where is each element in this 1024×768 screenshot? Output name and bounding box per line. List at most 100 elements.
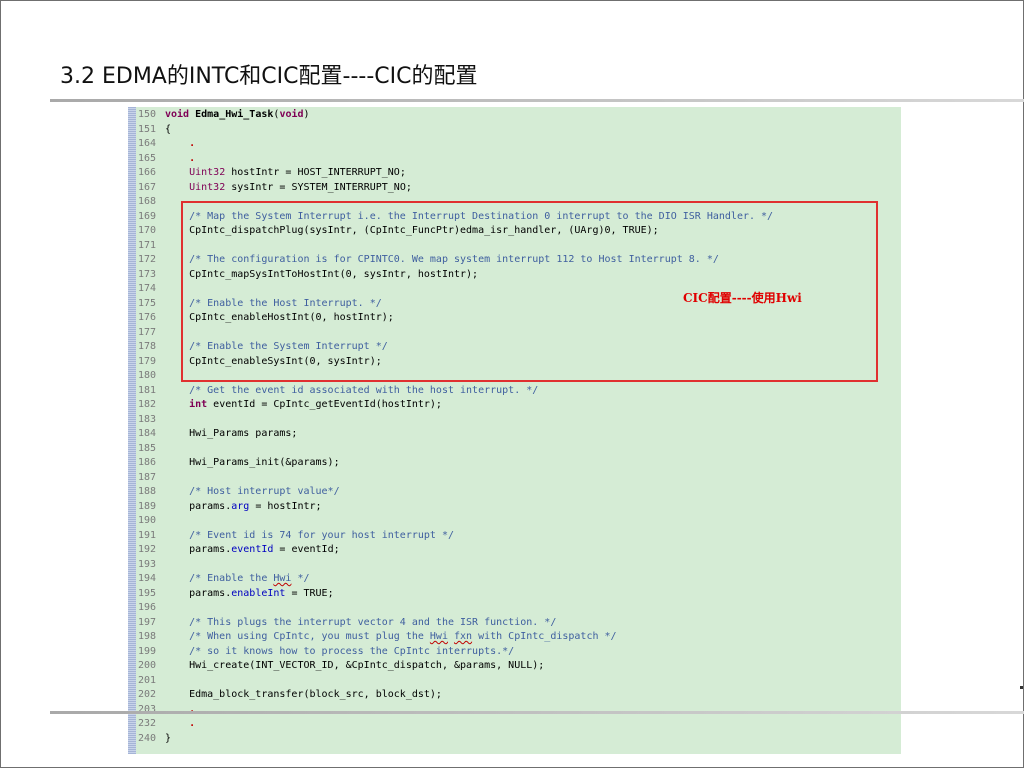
line-number: 173 [138, 268, 157, 280]
code-line: 188 /* Host interrupt value*/ [138, 485, 340, 500]
line-number: 167 [138, 181, 157, 193]
code-line: 180 [138, 369, 165, 384]
code-text: { [165, 123, 172, 135]
line-number: 177 [138, 326, 157, 338]
code-text: Hwi_create(INT_VECTOR_ID, &CpIntc_dispat… [165, 660, 545, 671]
code-text: /* Host interrupt value*/ [165, 486, 340, 497]
line-number: 194 [138, 573, 157, 584]
code-line: 192 params.eventId = eventId; [138, 543, 340, 558]
code-line: 186 Hwi_Params_init(&params); [138, 456, 340, 471]
line-number: 176 [138, 312, 157, 323]
code-text: . [189, 703, 196, 715]
line-number: 178 [138, 341, 157, 352]
code-line: 196 [138, 601, 165, 616]
code-line: 187 [138, 471, 165, 486]
code-text: params.eventId = eventId; [165, 544, 340, 555]
code-text: /* This plugs the interrupt vector 4 and… [165, 616, 557, 628]
line-number: 180 [138, 370, 157, 381]
line-number: 198 [138, 631, 157, 642]
code-line: 167 Uint32 sysIntr = SYSTEM_INTERRUPT_NO… [138, 181, 412, 196]
line-number: 171 [138, 239, 157, 251]
code-text: . [189, 152, 196, 164]
code-text: . [189, 138, 196, 149]
line-number: 185 [138, 442, 157, 454]
code-line: 194 /* Enable the Hwi */ [138, 572, 310, 587]
slide-title: 3.2 EDMA的INTC和CIC配置----CIC的配置 [60, 64, 478, 89]
code-text: void Edma_Hwi_Task(void) [165, 109, 310, 120]
line-number: 186 [138, 457, 157, 468]
line-number: 188 [138, 486, 157, 497]
line-number: 200 [138, 660, 157, 671]
code-text: /* Enable the Hwi */ [165, 573, 310, 584]
cic-config-annotation: CIC配置----使用Hwi [683, 291, 802, 305]
code-line: 190 [138, 514, 165, 529]
code-line: 150 void Edma_Hwi_Task(void) [138, 108, 310, 123]
code-line: 232 . [138, 717, 195, 732]
line-number: 170 [138, 225, 157, 236]
code-line: 168 [138, 195, 165, 210]
code-text: /* so it knows how to process the CpIntc… [165, 645, 515, 657]
code-line: 183 [138, 413, 165, 428]
line-number: 183 [138, 413, 157, 425]
line-number: 175 [138, 297, 157, 309]
code-line: 197 /* This plugs the interrupt vector 4… [138, 616, 556, 631]
code-line: 199 /* so it knows how to process the Cp… [138, 645, 514, 660]
line-number: 193 [138, 558, 157, 570]
line-number: 150 [138, 109, 157, 120]
line-number: 192 [138, 544, 157, 555]
line-number: 232 [138, 718, 157, 729]
code-text: Hwi_Params params; [165, 428, 298, 439]
code-text: params.enableInt = TRUE; [165, 587, 334, 599]
code-line: 184 Hwi_Params params; [138, 427, 297, 442]
code-line: 200 Hwi_create(INT_VECTOR_ID, &CpIntc_di… [138, 659, 544, 674]
line-number: 179 [138, 355, 157, 367]
title-divider [50, 99, 1024, 102]
line-number: 172 [138, 254, 157, 265]
code-text: Uint32 sysIntr = SYSTEM_INTERRUPT_NO; [189, 181, 412, 193]
code-line: 166 Uint32 hostIntr = HOST_INTERRUPT_NO; [138, 166, 406, 181]
line-number: 240 [138, 732, 157, 744]
code-text: Uint32 hostIntr = HOST_INTERRUPT_NO; [189, 167, 406, 178]
code-text: /* Event id is 74 for your host interrup… [165, 529, 454, 541]
line-number: 197 [138, 616, 157, 628]
edge-mark [1020, 686, 1023, 689]
code-line: 202 Edma_block_transfer(block_src, block… [138, 688, 442, 703]
code-line: 177 [138, 326, 165, 341]
code-line: 201 [138, 674, 165, 689]
line-number: 166 [138, 167, 157, 178]
line-number: 182 [138, 399, 157, 410]
line-number: 151 [138, 123, 157, 135]
editor-gutter [128, 107, 136, 754]
code-text: Hwi_Params_init(&params); [165, 457, 340, 468]
code-text: } [165, 732, 172, 744]
line-number: 187 [138, 471, 157, 483]
code-text: params.arg = hostIntr; [165, 500, 322, 512]
footer-divider [50, 711, 1024, 714]
code-text: /* Get the event id associated with the … [165, 384, 539, 396]
line-number: 190 [138, 515, 157, 526]
line-number: 184 [138, 428, 157, 439]
line-number: 174 [138, 283, 157, 294]
code-line: 174 [138, 282, 165, 297]
code-line: 171 [138, 239, 165, 254]
code-line: 185 [138, 442, 165, 457]
code-line: 195 params.enableInt = TRUE; [138, 587, 334, 602]
code-line: 191 /* Event id is 74 for your host inte… [138, 529, 454, 544]
line-number: 168 [138, 196, 157, 207]
code-line: 151 { [138, 123, 171, 138]
line-number: 181 [138, 384, 157, 396]
line-number: 195 [138, 587, 157, 599]
line-number: 169 [138, 210, 157, 222]
code-line: 198 /* When using CpIntc, you must plug … [138, 630, 617, 645]
line-number: 203 [138, 703, 157, 715]
code-line: 164 . [138, 137, 195, 152]
line-number: 165 [138, 152, 157, 164]
code-text: int eventId = CpIntc_getEventId(hostIntr… [189, 399, 442, 410]
line-number: 191 [138, 529, 157, 541]
code-line: 189 params.arg = hostIntr; [138, 500, 322, 515]
code-line: 240} [138, 732, 171, 747]
code-line: 203 . [138, 703, 195, 718]
line-number: 189 [138, 500, 157, 512]
code-line: 165 . [138, 152, 195, 167]
code-text: . [189, 718, 196, 729]
